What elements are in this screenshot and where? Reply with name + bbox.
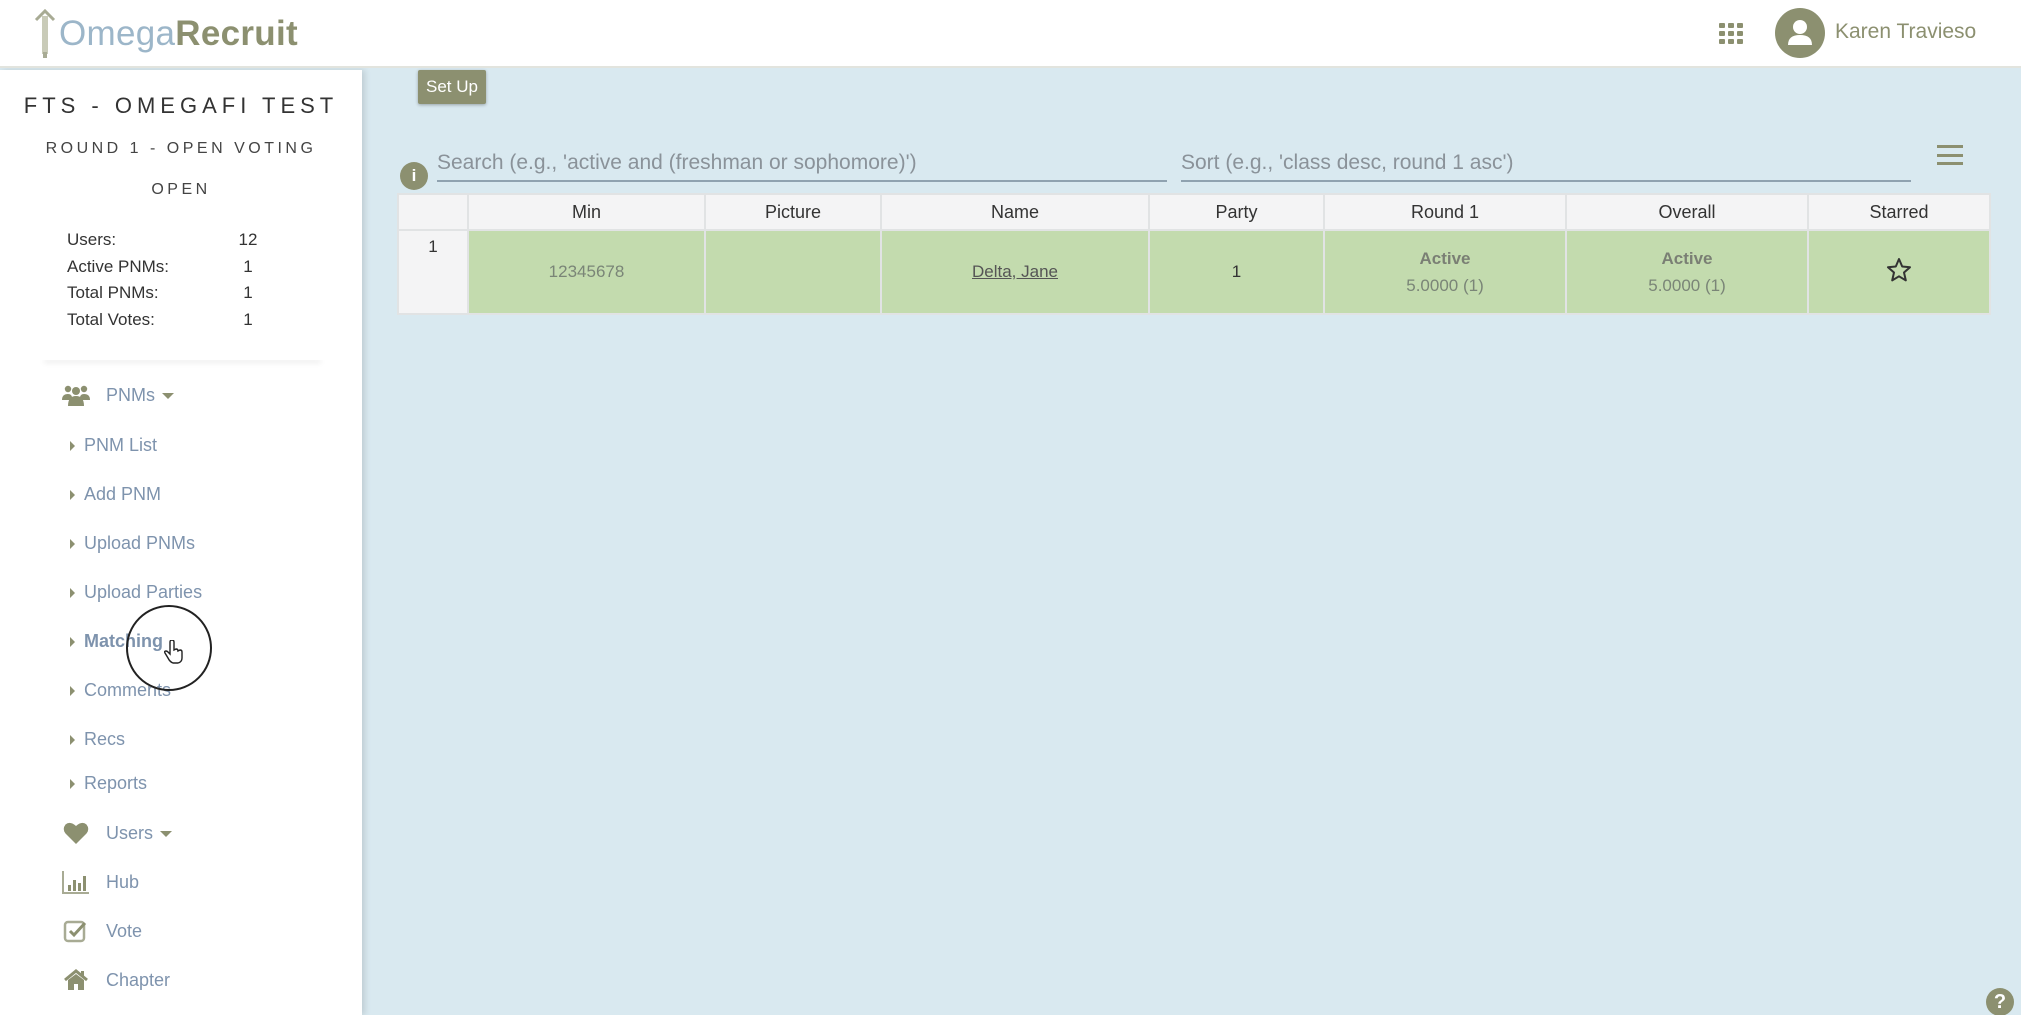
- sidebar-item-recs[interactable]: Recs: [70, 729, 125, 750]
- stat-value: 1: [243, 309, 253, 329]
- round1-status: Active: [1419, 248, 1471, 268]
- sidebar-item-label: Vote: [106, 920, 143, 941]
- caret-right-icon: [70, 489, 75, 500]
- logo-omega: Omega: [59, 14, 176, 53]
- sidebar-item-label: Recs: [84, 729, 126, 749]
- stat-total-pnms: Total PNMs: 1: [67, 283, 263, 310]
- sidebar-item-label: Upload Parties: [84, 582, 203, 602]
- caret-right-icon: [70, 538, 75, 549]
- round-title: ROUND 1 - OPEN VOTING: [45, 140, 317, 157]
- column-header-index[interactable]: [397, 193, 469, 231]
- logo-recruit: Recruit: [175, 14, 298, 53]
- column-header-min[interactable]: Min: [467, 193, 706, 231]
- help-icon[interactable]: ?: [1986, 988, 2014, 1015]
- user-icon: [1788, 20, 1812, 45]
- heart-icon: [62, 820, 90, 846]
- overall-status: Active: [1661, 248, 1713, 268]
- chevron-down-icon: [162, 393, 174, 399]
- overall-cell: Active 5.0000 (1): [1565, 229, 1809, 315]
- sidebar-item-label: Chapter: [106, 969, 171, 990]
- sidebar-item-label: Users: [106, 822, 154, 843]
- pnm-name-link[interactable]: Delta, Jane: [972, 262, 1058, 281]
- sidebar-item-label: Reports: [84, 773, 148, 793]
- sidebar-item-vote[interactable]: Vote: [62, 918, 142, 944]
- org-title: FTS - OMEGAFI TEST: [23, 93, 339, 118]
- column-header-overall[interactable]: Overall: [1565, 193, 1809, 231]
- hand-cursor-icon: [164, 640, 183, 664]
- sidebar-item-users[interactable]: Users: [62, 820, 173, 846]
- sidebar-item-label: Hub: [106, 871, 140, 892]
- starred-cell: [1807, 229, 1991, 315]
- picture-cell: [704, 229, 882, 315]
- stat-label: Users:: [67, 230, 117, 249]
- sidebar-item-pnms[interactable]: PNMs: [62, 382, 174, 408]
- row-index: 1: [397, 229, 469, 315]
- user-name[interactable]: Karen Travieso: [1835, 20, 1976, 44]
- stat-users: Users: 12: [67, 230, 263, 257]
- overall-score: 5.0000 (1): [1648, 275, 1726, 295]
- logo[interactable]: Omega Recruit: [33, 6, 298, 62]
- sidebar-item-upload-pnms[interactable]: Upload PNMs: [70, 533, 195, 554]
- sidebar-item-upload-parties[interactable]: Upload Parties: [70, 582, 202, 603]
- caret-right-icon: [70, 587, 75, 598]
- column-header-picture[interactable]: Picture: [704, 193, 882, 231]
- stat-active-pnms: Active PNMs: 1: [67, 257, 263, 284]
- sidebar-item-pnm-list[interactable]: PNM List: [70, 435, 157, 456]
- sort-input[interactable]: [1181, 146, 1911, 182]
- caret-right-icon: [70, 685, 75, 696]
- sidebar: FTS - OMEGAFI TEST ROUND 1 - OPEN VOTING…: [0, 70, 362, 1015]
- sidebar-item-label: Upload PNMs: [84, 533, 196, 553]
- name-cell: Delta, Jane: [880, 229, 1150, 315]
- star-outline-icon[interactable]: [1886, 257, 1912, 283]
- grid-icon[interactable]: [1719, 23, 1745, 45]
- info-icon[interactable]: i: [400, 162, 428, 190]
- home-icon: [62, 967, 90, 993]
- setup-button[interactable]: Set Up: [418, 70, 486, 104]
- sidebar-item-label: PNM List: [84, 435, 158, 455]
- stat-total-votes: Total Votes: 1: [67, 310, 263, 337]
- sidebar-item-reports[interactable]: Reports: [70, 773, 147, 794]
- round1-cell: Active 5.0000 (1): [1323, 229, 1567, 315]
- column-header-name[interactable]: Name: [880, 193, 1150, 231]
- caret-right-icon: [70, 778, 75, 789]
- column-header-round1[interactable]: Round 1: [1323, 193, 1567, 231]
- users-icon: [62, 382, 90, 408]
- stat-label: Total Votes:: [67, 309, 155, 329]
- pnm-table: Min Picture Name Party Round 1 Overall S…: [397, 193, 1991, 315]
- table-header-row: Min Picture Name Party Round 1 Overall S…: [397, 193, 1991, 231]
- caret-right-icon: [70, 636, 75, 647]
- round1-score: 5.0000 (1): [1406, 275, 1484, 295]
- column-logo-icon: [34, 8, 56, 58]
- sidebar-item-chapter[interactable]: Chapter: [62, 967, 170, 993]
- stat-value: 1: [243, 283, 253, 302]
- search-input[interactable]: [437, 146, 1167, 182]
- round-status: OPEN: [151, 181, 211, 198]
- checkbox-icon: [62, 918, 90, 944]
- stat-label: Total PNMs:: [67, 283, 159, 302]
- caret-right-icon: [70, 734, 75, 745]
- sidebar-item-add-pnm[interactable]: Add PNM: [70, 484, 161, 505]
- column-header-party[interactable]: Party: [1148, 193, 1325, 231]
- column-header-starred[interactable]: Starred: [1807, 193, 1991, 231]
- stat-value: 1: [243, 256, 253, 276]
- hamburger-menu-icon[interactable]: [1937, 145, 1963, 165]
- party-cell: 1: [1148, 229, 1325, 315]
- bar-chart-icon: [62, 869, 90, 895]
- chevron-down-icon: [160, 831, 173, 837]
- sidebar-item-label: Add PNM: [84, 484, 162, 504]
- table-row[interactable]: 1 12345678 Delta, Jane 1 Active 5.0000 (…: [397, 229, 1991, 315]
- top-bar: Omega Recruit Karen Travieso: [0, 0, 2021, 68]
- caret-right-icon: [70, 440, 75, 451]
- sidebar-item-label: PNMs: [106, 384, 155, 405]
- stat-value: 12: [238, 230, 258, 249]
- avatar[interactable]: [1775, 8, 1825, 58]
- sidebar-item-hub[interactable]: Hub: [62, 869, 139, 895]
- stat-label: Active PNMs:: [67, 256, 170, 276]
- stats-divider: [40, 350, 325, 360]
- stats-panel: Users: 12 Active PNMs: 1 Total PNMs: 1 T…: [67, 230, 263, 336]
- min-cell: 12345678: [467, 229, 706, 315]
